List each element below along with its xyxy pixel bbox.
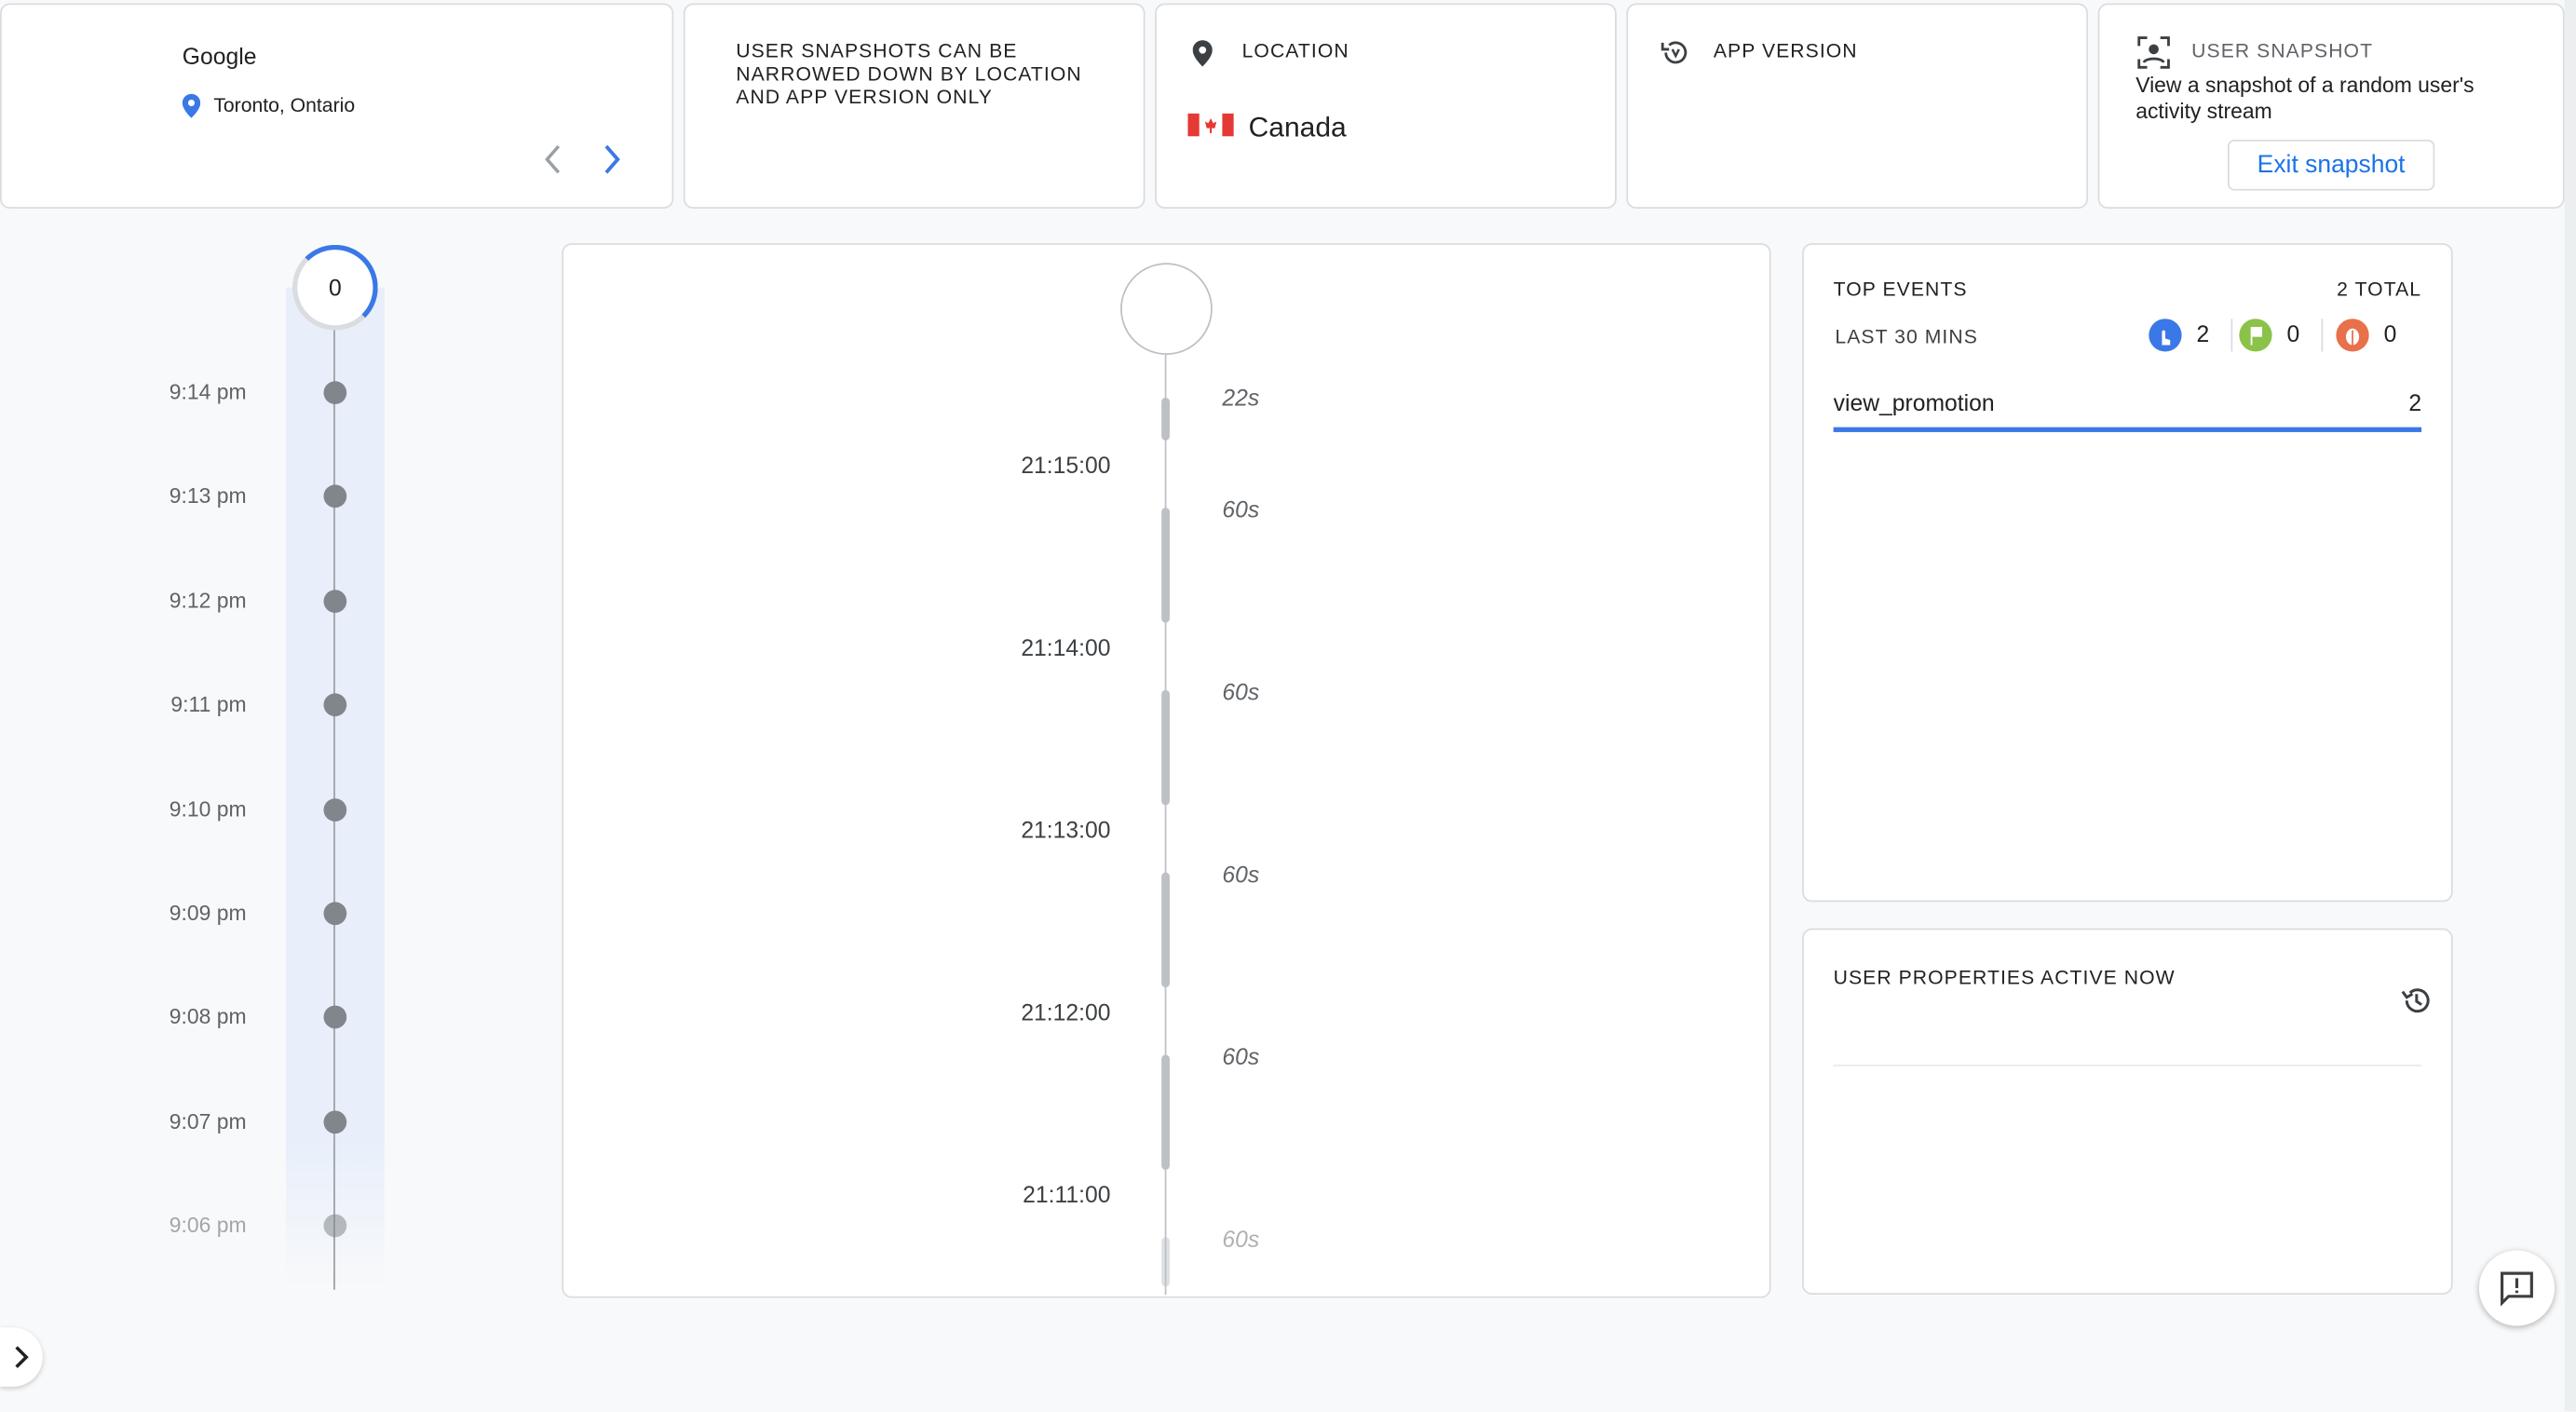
stream-time-label: 21:11:00	[1023, 1181, 1111, 1208]
minute-label: 9:06 pm	[169, 1213, 247, 1238]
minute-label: 9:11 pm	[170, 691, 247, 717]
duration-bar	[1161, 872, 1170, 988]
history-icon[interactable]	[2398, 983, 2434, 1019]
touch-icon	[2149, 319, 2182, 352]
duration-bar	[1161, 1237, 1170, 1287]
version-history-icon	[1660, 36, 1692, 69]
location-pin-icon	[1191, 38, 1214, 68]
app-version-filter[interactable]: APP VERSION	[1626, 3, 2089, 210]
event-count: 2	[2408, 389, 2422, 416]
flag-count: 0	[2286, 319, 2300, 347]
duration-bar	[1161, 508, 1170, 623]
app-version-label: APP VERSION	[1713, 39, 1858, 63]
minute-label: 9:13 pm	[169, 483, 247, 509]
minute-dot[interactable]	[323, 589, 347, 613]
divider	[2230, 319, 2233, 352]
user-card: Google Toronto, Ontario	[0, 3, 674, 210]
user-snapshot-icon	[2135, 34, 2172, 71]
stream-time-label: 21:14:00	[1021, 633, 1111, 661]
stream-start-circle	[1120, 263, 1213, 356]
canada-flag-icon	[1187, 113, 1234, 137]
duration-label: 22s	[1222, 384, 1260, 411]
next-user-button[interactable]	[596, 140, 629, 179]
location-pin-icon	[179, 92, 202, 118]
location-filter[interactable]: LOCATION Canada	[1155, 3, 1617, 210]
stream-time-label: 21:15:00	[1021, 452, 1111, 479]
minute-label: 9:08 pm	[169, 1004, 247, 1029]
minute-label: 9:07 pm	[169, 1108, 247, 1134]
event-row[interactable]: view_promotion 2	[1833, 389, 2422, 432]
bug-count: 0	[2383, 319, 2397, 347]
user-location: Toronto, Ontario	[213, 93, 356, 117]
touch-count: 2	[2196, 319, 2210, 347]
user-properties-title: USER PROPERTIES ACTIVE NOW	[1833, 966, 2176, 989]
duration-label: 60s	[1222, 1043, 1260, 1070]
user-name: Google	[182, 42, 257, 70]
duration-bar	[1161, 689, 1170, 806]
bug-icon	[2336, 319, 2369, 352]
minute-dot[interactable]	[323, 902, 347, 926]
notice-card: USER SNAPSHOTS CAN BE NARROWED DOWN BY L…	[683, 3, 1146, 210]
location-value: Canada	[1248, 111, 1347, 143]
expand-panel-button[interactable]	[0, 1327, 43, 1387]
event-name: view_promotion	[1833, 389, 1995, 416]
scrollbar[interactable]	[2564, 0, 2576, 1412]
minute-dot[interactable]	[323, 381, 347, 404]
top-events-total: 2 TOTAL	[2337, 278, 2422, 301]
divider	[2321, 319, 2324, 352]
time-range: LAST 30 MINS	[1835, 325, 1978, 348]
duration-label: 60s	[1222, 678, 1260, 705]
top-events-card: TOP EVENTS 2 TOTAL LAST 30 MINS 2 0 0 vi…	[1802, 243, 2453, 903]
duration-bar	[1161, 397, 1170, 441]
user-snapshot-card: USER SNAPSHOT View a snapshot of a rando…	[2097, 3, 2565, 210]
duration-bar	[1161, 1054, 1170, 1170]
divider	[1833, 1065, 2422, 1066]
minute-label: 9:12 pm	[169, 588, 247, 613]
exit-snapshot-button[interactable]: Exit snapshot	[2227, 139, 2435, 191]
previous-user-button[interactable]	[536, 140, 568, 179]
flag-icon	[2239, 319, 2272, 352]
snapshot-description: View a snapshot of a random user's activ…	[2135, 72, 2474, 124]
minute-label: 9:10 pm	[169, 795, 247, 821]
minute-label: 9:14 pm	[169, 379, 247, 404]
minute-dot[interactable]	[323, 797, 347, 821]
user-properties-card: USER PROPERTIES ACTIVE NOW	[1802, 928, 2453, 1296]
feedback-button[interactable]	[2478, 1250, 2556, 1326]
event-counter: 0	[291, 244, 378, 331]
duration-label: 60s	[1222, 496, 1260, 523]
minute-dot[interactable]	[323, 1110, 347, 1134]
duration-label: 60s	[1222, 861, 1260, 888]
stream-time-label: 21:12:00	[1021, 998, 1111, 1025]
stream-time-label: 21:13:00	[1021, 816, 1111, 843]
snapshot-label: USER SNAPSHOT	[2191, 39, 2374, 63]
duration-label: 60s	[1222, 1225, 1260, 1253]
top-events-title: TOP EVENTS	[1833, 278, 1968, 301]
minute-label: 9:09 pm	[169, 900, 247, 926]
notice-text: USER SNAPSHOTS CAN BE NARROWED DOWN BY L…	[736, 39, 1082, 109]
location-label: LOCATION	[1241, 39, 1349, 63]
